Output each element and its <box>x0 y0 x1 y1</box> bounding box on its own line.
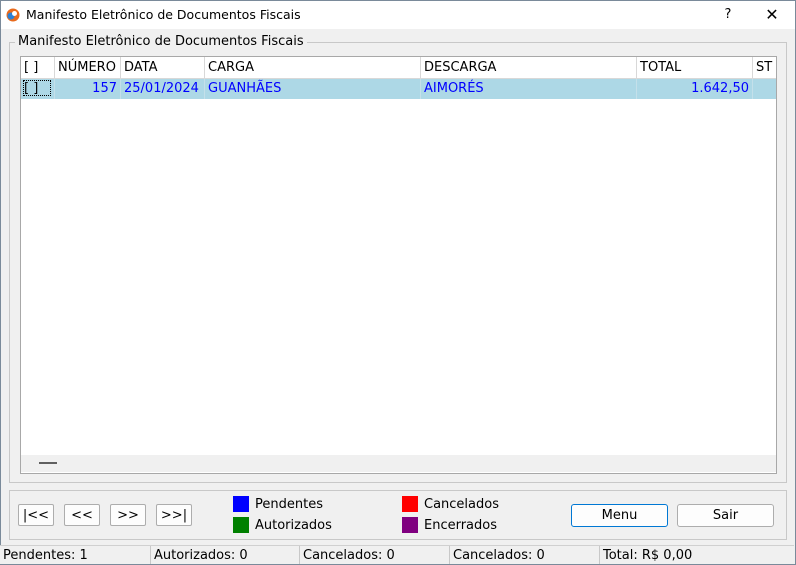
column-header-st[interactable]: ST <box>753 57 776 78</box>
cell-descarga[interactable]: AIMORÉS <box>421 79 637 99</box>
manifest-table[interactable]: [ ] NÚMERO DATA CARGA DESCARGA TOTAL ST … <box>20 56 777 474</box>
table-row[interactable]: [ ] 157 25/01/2024 GUANHÃES AIMORÉS 1.64… <box>21 79 776 99</box>
scroll-thumb[interactable] <box>39 462 57 464</box>
cell-data[interactable]: 25/01/2024 <box>121 79 205 99</box>
status-autorizados: Autorizados: 0 <box>151 546 300 564</box>
table-header: [ ] NÚMERO DATA CARGA DESCARGA TOTAL ST <box>21 57 776 79</box>
status-total: Total: R$ 0,00 <box>603 548 693 563</box>
window-title: Manifesto Eletrônico de Documentos Fisca… <box>26 7 301 22</box>
previous-record-button[interactable]: << <box>64 504 100 526</box>
status-cancelados-2: Cancelados: 0 <box>450 546 600 564</box>
column-header-check[interactable]: [ ] <box>21 57 55 78</box>
legend-swatch-pendentes <box>233 496 249 512</box>
title-bar: Manifesto Eletrônico de Documentos Fisca… <box>1 1 795 29</box>
legend-label-encerrados: Encerrados <box>424 518 498 533</box>
status-bar: Pendentes: 1 Autorizados: 0 Cancelados: … <box>0 545 794 564</box>
legend-swatch-autorizados <box>233 517 249 533</box>
status-pendentes: Pendentes: 1 <box>0 546 151 564</box>
column-header-data[interactable]: DATA <box>121 57 205 78</box>
legend-swatch-cancelados <box>402 496 418 512</box>
app-logo-icon <box>6 8 20 22</box>
help-button[interactable]: ? <box>711 1 745 29</box>
cell-total[interactable]: 1.642,50 <box>637 79 753 99</box>
cell-st[interactable] <box>753 79 776 99</box>
horizontal-scrollbar[interactable] <box>21 455 776 472</box>
legend-label-pendentes: Pendentes <box>255 497 323 512</box>
status-cancelados: Cancelados: 0 <box>300 546 450 564</box>
column-header-carga[interactable]: CARGA <box>205 57 421 78</box>
group-title: Manifesto Eletrônico de Documentos Fisca… <box>15 34 307 49</box>
first-record-button[interactable]: |<< <box>18 504 54 526</box>
next-record-button[interactable]: >> <box>110 504 146 526</box>
legend-label-autorizados: Autorizados <box>255 518 332 533</box>
legend-label-cancelados: Cancelados <box>424 497 499 512</box>
column-header-descarga[interactable]: DESCARGA <box>421 57 637 78</box>
cell-numero[interactable]: 157 <box>55 79 121 99</box>
legend-swatch-encerrados <box>402 517 418 533</box>
menu-button[interactable]: Menu <box>571 504 668 527</box>
column-header-numero[interactable]: NÚMERO <box>55 57 121 78</box>
sair-button[interactable]: Sair <box>677 504 774 527</box>
focus-rect <box>23 80 51 96</box>
column-header-total[interactable]: TOTAL <box>637 57 753 78</box>
last-record-button[interactable]: >>| <box>156 504 192 526</box>
cell-carga[interactable]: GUANHÃES <box>205 79 421 99</box>
close-button[interactable]: ✕ <box>749 1 795 29</box>
